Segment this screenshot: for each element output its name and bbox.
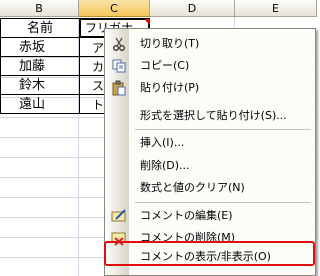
menu-item-label: 形式を選択して貼り付け(S)... <box>140 109 287 122</box>
cell-b-header[interactable]: 名前 <box>0 18 80 38</box>
comment-indicator <box>144 19 150 25</box>
column-header-c[interactable]: C <box>79 0 150 17</box>
edit-comment-icon <box>111 208 127 224</box>
menu-item-label: 切り取り(T) <box>140 37 200 50</box>
menu-item-label: コメントの編集(E) <box>140 209 233 222</box>
menu-separator <box>135 202 311 203</box>
menu-item-label: コピー(C) <box>140 59 190 72</box>
column-header-e[interactable]: E <box>235 0 317 17</box>
menu-item-delete[interactable]: 削除(D)... <box>106 155 314 177</box>
scissors-icon <box>111 36 127 52</box>
cell-b-row3[interactable]: 鈴木 <box>0 75 80 95</box>
menu-item-label: 数式と値のクリア(N) <box>140 181 245 194</box>
menu-item-cut[interactable]: 切り取り(T) <box>106 33 314 55</box>
copy-icon <box>111 58 127 74</box>
menu-item-insert[interactable]: 挿入(I)... <box>106 132 314 154</box>
context-menu: 切り取り(T) コピー(C) 貼り付け(P) 形式を選択して貼り付け(S)...… <box>104 28 316 276</box>
menu-item-label: 挿入(I)... <box>140 136 185 149</box>
column-header-b[interactable]: B <box>0 0 79 17</box>
menu-item-copy[interactable]: コピー(C) <box>106 55 314 77</box>
menu-item-label: 貼り付け(P) <box>140 81 200 94</box>
column-header-d[interactable]: D <box>150 0 235 17</box>
paste-icon <box>111 80 127 96</box>
menu-item-clear-contents[interactable]: 数式と値のクリア(N) <box>106 177 314 199</box>
menu-item-paste-special[interactable]: 形式を選択して貼り付け(S)... <box>106 105 314 127</box>
menu-separator <box>135 129 311 130</box>
highlight-box <box>104 241 315 266</box>
cell-b-row4[interactable]: 遠山 <box>0 94 80 114</box>
menu-item-label: 削除(D)... <box>140 159 190 172</box>
cell-b-row1[interactable]: 赤坂 <box>0 37 80 57</box>
cell-b-row2[interactable]: 加藤 <box>0 56 80 76</box>
menu-item-paste[interactable]: 貼り付け(P) <box>106 77 314 99</box>
menu-item-edit-comment[interactable]: コメントの編集(E) <box>106 205 314 227</box>
